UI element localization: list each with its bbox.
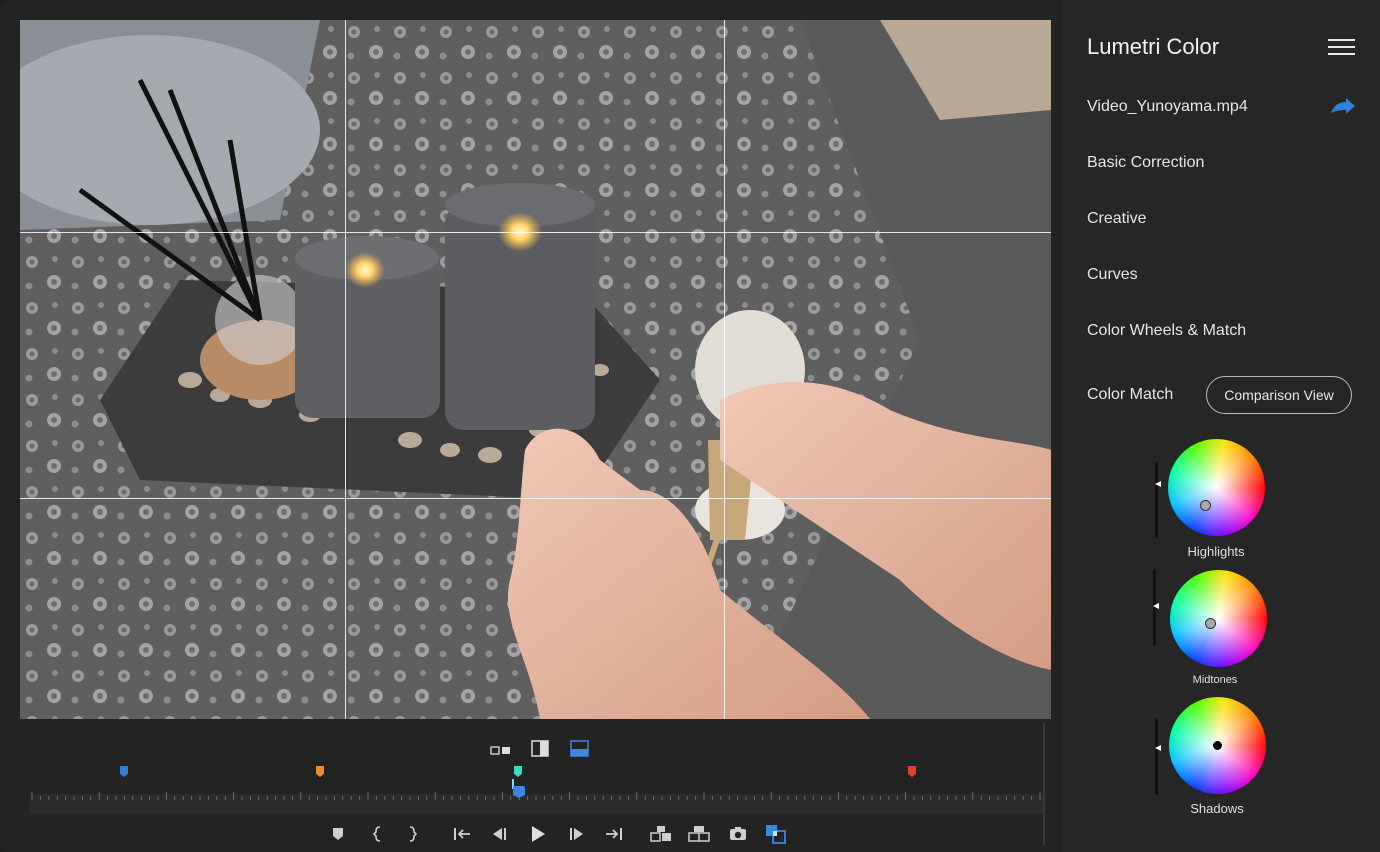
program-monitor — [0, 0, 1062, 852]
grid-line-vertical-1 — [345, 20, 346, 719]
go-to-out-icon[interactable] — [604, 826, 624, 842]
step-forward-icon[interactable] — [568, 826, 586, 842]
mark-out-icon[interactable] — [406, 825, 418, 843]
highlights-color-wheel[interactable] — [1168, 439, 1265, 536]
step-back-icon[interactable] — [490, 826, 508, 842]
play-icon[interactable] — [529, 824, 547, 844]
shadows-slider[interactable] — [1155, 719, 1158, 795]
shadows-slider-thumb[interactable] — [1155, 745, 1161, 751]
go-to-in-icon[interactable] — [452, 826, 472, 842]
lumetri-panel: Lumetri Color Video_Yunoyama.mp4 Basic C… — [1062, 0, 1380, 852]
shadows-wheel-handle[interactable] — [1212, 740, 1223, 751]
share-arrow-icon[interactable] — [1330, 97, 1356, 117]
section-creative[interactable]: Creative — [1087, 210, 1147, 228]
highlights-slider[interactable] — [1155, 462, 1158, 538]
grid-line-horizontal-1 — [20, 232, 1051, 233]
clip-file-name[interactable]: Video_Yunoyama.mp4 — [1087, 98, 1248, 116]
section-color-wheels-match[interactable]: Color Wheels & Match — [1087, 322, 1246, 340]
split-view-icon[interactable] — [531, 740, 549, 763]
overwrite-icon[interactable] — [688, 825, 710, 842]
export-frame-icon[interactable] — [729, 826, 747, 841]
time-ruler[interactable] — [30, 788, 1044, 816]
highlights-label: Highlights — [1187, 544, 1245, 559]
grid-line-horizontal-2 — [20, 498, 1051, 499]
add-marker-icon[interactable] — [331, 826, 345, 842]
hamburger-icon[interactable] — [1328, 39, 1355, 55]
midtones-wheel-handle[interactable] — [1205, 618, 1216, 629]
highlights-slider-thumb[interactable] — [1155, 481, 1161, 487]
video-frame — [20, 20, 1051, 719]
top-bottom-view-icon[interactable] — [570, 740, 589, 763]
video-preview[interactable] — [20, 20, 1051, 719]
section-basic-correction[interactable]: Basic Correction — [1087, 154, 1204, 172]
comparison-toggle-icon[interactable] — [765, 824, 787, 844]
vertical-divider — [1043, 723, 1045, 845]
shadows-label: Shadows — [1190, 801, 1244, 816]
comparison-view-button[interactable]: Comparison View — [1206, 376, 1352, 414]
section-curves[interactable]: Curves — [1087, 266, 1138, 284]
mark-in-icon[interactable] — [372, 825, 384, 843]
midtones-slider-thumb[interactable] — [1153, 603, 1159, 609]
timeline-marker-red[interactable] — [908, 766, 916, 777]
panel-title: Lumetri Color — [1087, 34, 1220, 59]
timeline-marker-orange[interactable] — [316, 766, 324, 777]
side-by-side-view-icon[interactable] — [490, 743, 512, 761]
highlights-wheel-handle[interactable] — [1200, 500, 1211, 511]
grid-line-vertical-2 — [724, 20, 725, 719]
midtones-color-wheel[interactable] — [1170, 570, 1267, 667]
timeline-marker-blue[interactable] — [120, 766, 128, 777]
insert-icon[interactable] — [650, 825, 672, 842]
color-match-label: Color Match — [1087, 386, 1174, 403]
midtones-label: Midtones — [1192, 674, 1238, 686]
timeline-marker-teal[interactable] — [514, 766, 522, 777]
